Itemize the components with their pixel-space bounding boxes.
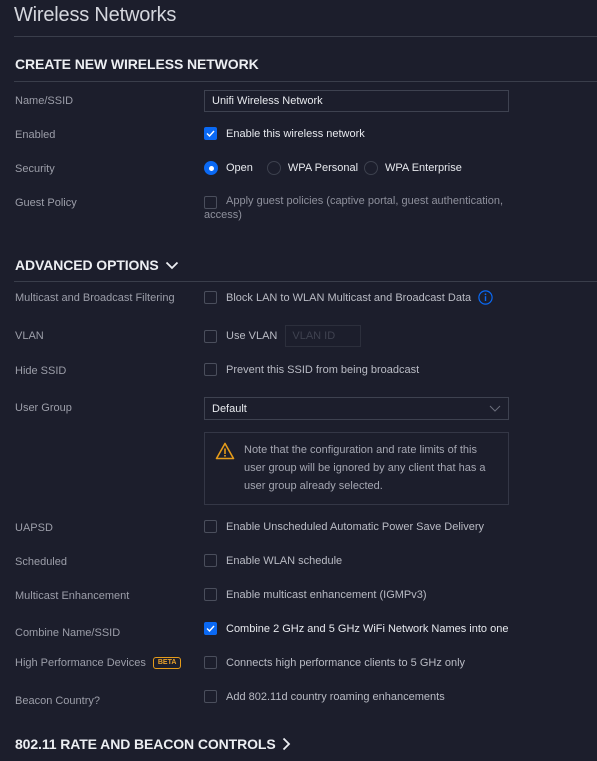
chevron-down-icon: [165, 261, 178, 269]
page-title: Wireless Networks: [14, 4, 177, 26]
multicast-filter-checkbox[interactable]: [204, 291, 217, 304]
guest-policy-checkbox[interactable]: [204, 196, 217, 209]
high-performance-label: High Performance Devices: [15, 657, 146, 669]
combine-ssid-label: Combine Name/SSID: [15, 627, 121, 639]
beacon-country-row[interactable]: Add 802.11d country roaming enhancements: [204, 690, 445, 703]
section-title-rate[interactable]: 802.11 RATE AND BEACON CONTROLS: [15, 736, 291, 752]
security-open-label[interactable]: Open: [226, 162, 253, 174]
uapsd-text: Enable Unscheduled Automatic Power Save …: [226, 520, 485, 533]
vlan-text[interactable]: Use VLAN: [226, 330, 277, 342]
guest-policy-text: Apply guest policies (captive portal, gu…: [226, 195, 503, 207]
hide-ssid-text: Prevent this SSID from being broadcast: [226, 363, 420, 376]
scheduled-row[interactable]: Enable WLAN schedule: [204, 554, 342, 567]
high-performance-row[interactable]: Connects high performance clients to 5 G…: [204, 656, 465, 669]
section-title-create: CREATE NEW WIRELESS NETWORK: [15, 56, 259, 72]
scheduled-checkbox[interactable]: [204, 554, 217, 567]
hide-ssid-row[interactable]: Prevent this SSID from being broadcast: [204, 363, 419, 376]
multicast-enhancement-text: Enable multicast enhancement (IGMPv3): [226, 588, 427, 601]
enabled-text: Enable this wireless network: [226, 127, 365, 140]
user-group-note-text: Note that the configuration and rate lim…: [244, 444, 486, 492]
security-wpa-personal-radio[interactable]: [266, 161, 281, 175]
divider: [14, 81, 597, 82]
user-group-value: Default: [212, 402, 247, 415]
scheduled-label: Scheduled: [15, 556, 67, 568]
name-ssid-input[interactable]: Unifi Wireless Network: [204, 90, 509, 112]
multicast-enhancement-row[interactable]: Enable multicast enhancement (IGMPv3): [204, 588, 427, 601]
high-performance-label-row: High Performance Devices BETA: [15, 657, 182, 669]
combine-ssid-checkbox[interactable]: [204, 622, 217, 635]
beacon-country-checkbox[interactable]: [204, 690, 217, 703]
divider: [14, 36, 597, 37]
user-group-note: Note that the configuration and rate lim…: [204, 432, 509, 505]
beacon-country-label: Beacon Country?: [15, 695, 100, 707]
combine-ssid-text: Combine 2 GHz and 5 GHz WiFi Network Nam…: [226, 622, 509, 635]
security-wpa-personal-label[interactable]: WPA Personal: [288, 162, 358, 174]
checkmark-icon: [206, 625, 215, 632]
beta-badge: BETA: [152, 657, 182, 669]
divider: [14, 281, 597, 282]
guest-policy-text-cont: access): [204, 209, 242, 221]
vlan-row: Use VLAN VLAN ID: [204, 325, 362, 347]
multicast-filter-text: Block LAN to WLAN Multicast and Broadcas…: [226, 291, 472, 304]
user-group-select[interactable]: Default: [204, 397, 509, 420]
info-icon[interactable]: [478, 290, 493, 305]
uapsd-label: UAPSD: [15, 522, 53, 534]
user-group-label: User Group: [15, 402, 72, 414]
combine-ssid-row[interactable]: Combine 2 GHz and 5 GHz WiFi Network Nam…: [204, 622, 508, 635]
section-title-advanced[interactable]: ADVANCED OPTIONS: [15, 257, 179, 273]
enabled-checkbox-row[interactable]: Enable this wireless network: [204, 127, 365, 140]
chevron-right-icon: [282, 737, 290, 751]
vlan-label: VLAN: [15, 330, 44, 342]
security-open-radio[interactable]: [204, 161, 218, 175]
beacon-country-text: Add 802.11d country roaming enhancements: [226, 690, 445, 703]
hide-ssid-label: Hide SSID: [15, 365, 67, 377]
security-wpa-enterprise-label[interactable]: WPA Enterprise: [385, 162, 462, 174]
uapsd-row[interactable]: Enable Unscheduled Automatic Power Save …: [204, 520, 484, 533]
security-wpa-enterprise-radio[interactable]: [364, 161, 379, 175]
guest-policy-row[interactable]: Apply guest policies (captive portal, gu…: [204, 195, 503, 209]
guest-policy-label: Guest Policy: [15, 197, 77, 209]
rate-controls-title: 802.11 RATE AND BEACON CONTROLS: [15, 736, 276, 752]
high-performance-text: Connects high performance clients to 5 G…: [226, 656, 466, 669]
chevron-down-icon: [489, 405, 501, 412]
vlan-checkbox[interactable]: [204, 329, 217, 343]
security-radio-group: Open WPA Personal WPA Enterprise: [204, 161, 462, 175]
hide-ssid-checkbox[interactable]: [204, 363, 217, 376]
multicast-filter-row[interactable]: Block LAN to WLAN Multicast and Broadcas…: [204, 290, 493, 305]
warning-icon: [215, 442, 235, 460]
uapsd-checkbox[interactable]: [204, 520, 217, 533]
multicast-enhancement-label: Multicast Enhancement: [15, 590, 130, 602]
checkmark-icon: [206, 130, 215, 137]
advanced-options-title: ADVANCED OPTIONS: [15, 257, 159, 273]
vlan-id-input[interactable]: VLAN ID: [285, 325, 362, 347]
multicast-enhancement-checkbox[interactable]: [204, 588, 217, 601]
high-performance-checkbox[interactable]: [204, 656, 217, 669]
security-label: Security: [15, 163, 55, 175]
multicast-filter-label: Multicast and Broadcast Filtering: [15, 292, 175, 304]
enabled-checkbox[interactable]: [204, 127, 217, 140]
scheduled-text: Enable WLAN schedule: [226, 554, 343, 567]
name-ssid-label: Name/SSID: [15, 95, 74, 107]
enabled-label: Enabled: [15, 129, 56, 141]
